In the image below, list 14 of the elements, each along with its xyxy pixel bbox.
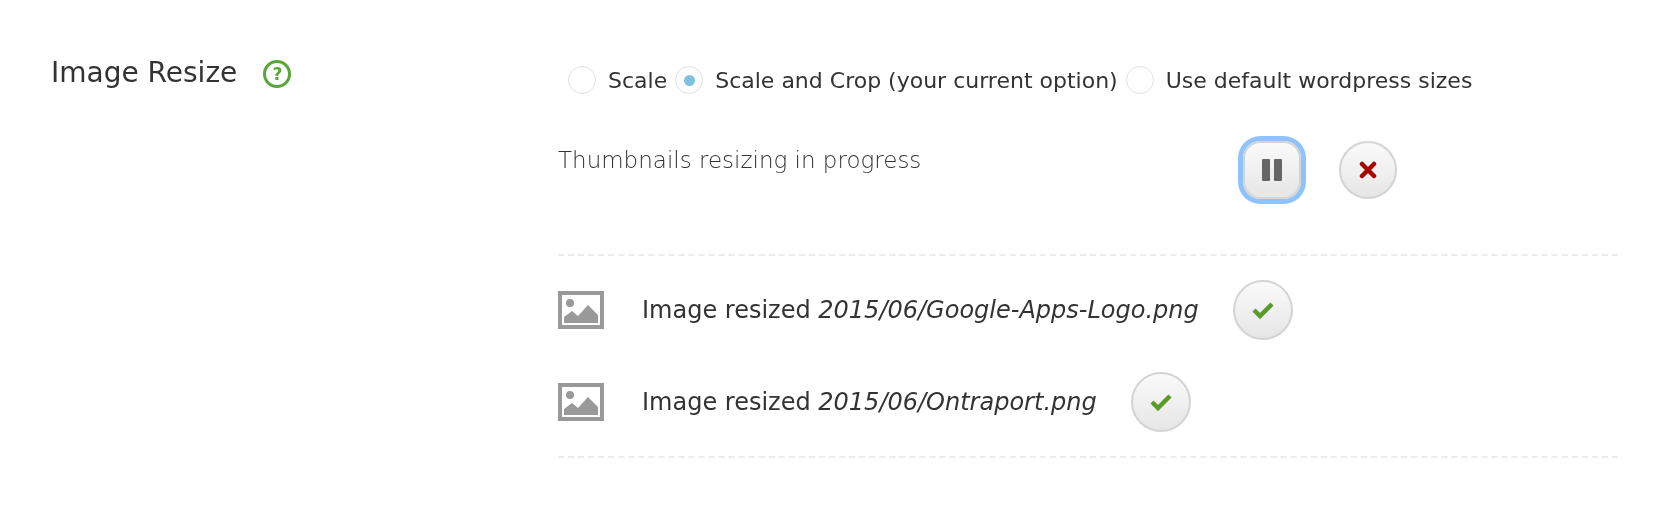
close-icon	[1359, 161, 1377, 179]
image-icon	[558, 383, 604, 421]
cancel-button[interactable]	[1339, 141, 1397, 199]
section-title: Image Resize	[51, 55, 238, 91]
log-entry: Image resized 2015/06/Ontraport.png	[642, 388, 1097, 416]
option-label[interactable]: Scale	[608, 67, 668, 93]
progress-text: Thumbnails resizing in progress	[558, 147, 923, 173]
check-icon	[1149, 393, 1172, 411]
pause-icon	[1260, 158, 1284, 182]
log-entry: Image resized 2015/06/Google-Apps-Logo.png	[642, 296, 1199, 324]
image-icon	[558, 291, 604, 329]
option-label[interactable]: Use default wordpress sizes	[1165, 67, 1473, 93]
option-label[interactable]: Scale and Crop (your current option)	[715, 67, 1118, 93]
check-icon	[1251, 301, 1274, 319]
